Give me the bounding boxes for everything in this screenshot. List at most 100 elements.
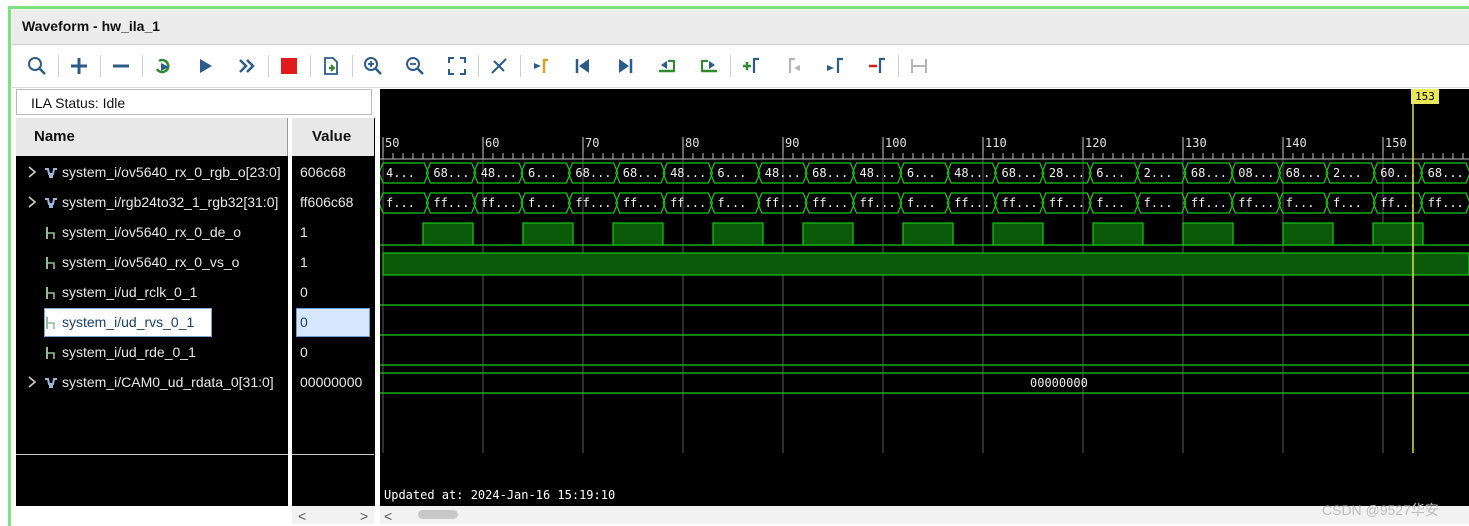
toolbar-separator [730, 55, 731, 77]
title-bar: Waveform - hw_ila_1 [12, 10, 1469, 45]
previous-transition-button[interactable] [652, 51, 682, 81]
scroll-left-icon[interactable]: < [384, 508, 392, 524]
signal-value: 0 [300, 344, 308, 360]
signal-row[interactable]: system_i/ud_rclk_0_1 0 [16, 278, 375, 308]
signal-row[interactable]: system_i/ov5640_rx_0_rgb_o[23:0] 606c68 [16, 158, 375, 188]
tick-label: 70 [585, 136, 599, 150]
search-icon [28, 57, 46, 75]
signal-row[interactable]: system_i/CAM0_ud_rdata_0[31:0] 00000000 [16, 368, 375, 398]
waveform-view[interactable]: 50 60 70 80 90 100 110 120 130 140 150 4... 68... 48.… [380, 89, 1469, 506]
zoom-out-icon [406, 57, 424, 75]
bus-value-label: ff... [765, 196, 801, 210]
signal-high-pulse [712, 222, 764, 246]
scroll-left-icon[interactable]: < [298, 508, 306, 524]
run-fast-icon [239, 59, 255, 73]
bus-signal-icon [45, 198, 57, 208]
signal-name: system_i/rgb24to32_1_rgb32[31:0] [62, 194, 279, 210]
signal-name: system_i/ud_rvs_0_1 [62, 314, 195, 330]
ila-status-label: ILA Status: [31, 95, 99, 111]
add-button[interactable] [64, 51, 94, 81]
toolbar-separator [268, 55, 269, 77]
signal-name: system_i/CAM0_ud_rdata_0[31:0] [62, 374, 274, 390]
signal-value: 1 [300, 254, 308, 270]
waveform-scroll-thumb[interactable] [418, 510, 458, 519]
cursor-button[interactable] [484, 51, 514, 81]
bus-value-label: 08... [1238, 166, 1274, 180]
waveform-canvas[interactable]: 50 60 70 80 90 100 110 120 130 140 150 4... 68... 48.… [380, 89, 1469, 506]
bus-value-label: 28... [1049, 166, 1085, 180]
chevron-right-icon[interactable] [26, 195, 38, 209]
scroll-right-icon[interactable]: > [360, 508, 368, 524]
signal-value: 606c68 [300, 164, 346, 180]
signal-row[interactable]: system_i/ov5640_rx_0_de_o 1 [16, 218, 375, 248]
next-marker-icon [827, 57, 843, 73]
value-scrollbar[interactable]: < > [292, 506, 374, 524]
previous-transition-icon [659, 60, 675, 73]
stop-icon [281, 58, 297, 74]
next-transition-button[interactable] [694, 51, 724, 81]
signal-row[interactable]: system_i/ud_rde_0_1 0 [16, 338, 375, 368]
tick-label: 150 [1385, 136, 1407, 150]
fit-markers-button[interactable] [904, 51, 934, 81]
name-column-header[interactable]: Name [16, 118, 288, 156]
bus-value-label: ff... [623, 196, 659, 210]
bus-value-label: 68... [623, 166, 659, 180]
chevron-right-icon[interactable] [26, 375, 38, 389]
export-button[interactable] [316, 51, 346, 81]
signal-row[interactable]: system_i/ov5640_rx_0_vs_o 1 [16, 248, 375, 278]
signal-value: ff606c68 [300, 194, 354, 210]
run-fast-button[interactable] [232, 51, 262, 81]
bus-value-label: ff... [1428, 196, 1464, 210]
signal-high-pulse [1182, 222, 1234, 246]
remove-button[interactable] [106, 51, 136, 81]
signal-row[interactable]: system_i/ud_rvs_0_1 0 [16, 308, 375, 338]
bus-value-label: ff... [812, 196, 848, 210]
signal-name: system_i/ud_rde_0_1 [62, 344, 196, 360]
bus-value-label: ff... [859, 196, 895, 210]
signal-high-pulse [802, 222, 854, 246]
tick-label: 130 [1185, 136, 1207, 150]
bus-value-label: 48... [859, 166, 895, 180]
search-button[interactable] [22, 51, 52, 81]
tick-label: 50 [385, 136, 399, 150]
signal-row[interactable]: system_i/rgb24to32_1_rgb32[31:0] ff606c68 [16, 188, 375, 218]
toolbar-separator [142, 55, 143, 77]
chevron-right-icon[interactable] [26, 165, 38, 179]
zoom-in-button[interactable] [358, 51, 388, 81]
bus-value-label: ff... [1002, 196, 1038, 210]
remove-marker-button[interactable] [862, 51, 892, 81]
go-to-time-zero-button[interactable] [526, 51, 556, 81]
go-to-first-button[interactable] [568, 51, 598, 81]
signal-value: 1 [300, 224, 308, 240]
go-to-last-button[interactable] [610, 51, 640, 81]
toolbar-separator [898, 55, 899, 77]
value-column-header[interactable]: Value [292, 118, 374, 156]
go-to-time-zero-icon [534, 58, 548, 73]
next-transition-icon [701, 60, 717, 73]
bus-value-label: ff... [1238, 196, 1274, 210]
next-marker-button[interactable] [820, 51, 850, 81]
bus-value-label: 68... [433, 166, 469, 180]
add-marker-button[interactable] [736, 51, 766, 81]
zoom-in-icon [364, 57, 382, 75]
previous-marker-button[interactable] [778, 51, 808, 81]
cursor-icon [491, 58, 507, 74]
bus-value-label: 68... [1428, 166, 1464, 180]
run-button[interactable] [190, 51, 220, 81]
export-icon [324, 57, 338, 75]
zoom-fit-button[interactable] [442, 51, 472, 81]
bus-value-label: ff... [1049, 196, 1085, 210]
fit-markers-icon [911, 59, 927, 73]
name-pane-divider [16, 454, 288, 455]
add-icon [71, 58, 87, 74]
stop-button[interactable] [274, 51, 304, 81]
watermark: CSDN @9527华安 [1322, 502, 1439, 518]
bus-value-label: ff... [433, 196, 469, 210]
signal-name: system_i/ud_rclk_0_1 [62, 284, 198, 300]
signal-high-pulse [992, 222, 1044, 246]
signal-high-pulse [1372, 222, 1424, 246]
cursor-time-label[interactable]: 153 [1411, 89, 1439, 104]
run-trigger-immediate-button[interactable] [148, 51, 178, 81]
zoom-out-button[interactable] [400, 51, 430, 81]
waveform-scrollbar[interactable]: < [380, 506, 1469, 524]
